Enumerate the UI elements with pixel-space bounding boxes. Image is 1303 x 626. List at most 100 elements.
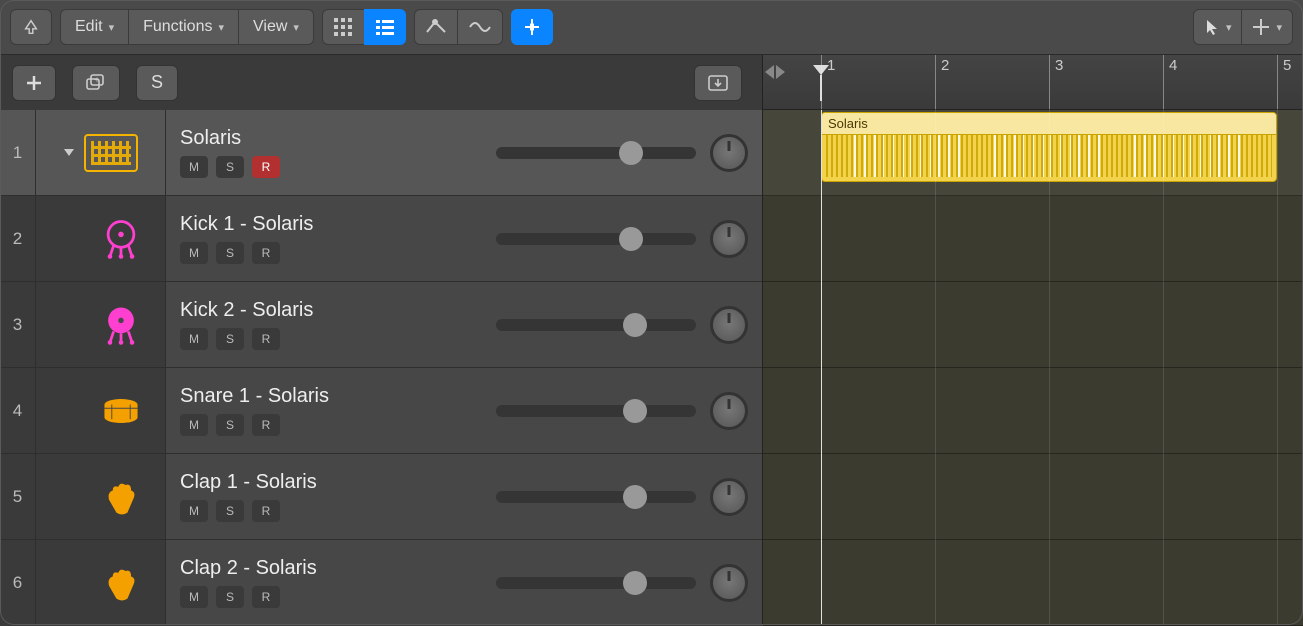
duplicate-track-button[interactable]: +: [72, 65, 120, 101]
track-number: 4: [0, 368, 36, 453]
plus-icon: [25, 74, 43, 92]
bar-label: 2: [941, 57, 949, 74]
track-name[interactable]: Clap 1 - Solaris: [180, 471, 482, 494]
track-icon-cell: [36, 196, 166, 281]
bar-label: 3: [1055, 57, 1063, 74]
track-body: Kick 1 - Solaris MSR: [166, 196, 762, 281]
mute-button[interactable]: M: [180, 500, 208, 522]
slider-thumb[interactable]: [623, 485, 647, 509]
record-button[interactable]: R: [252, 414, 280, 436]
track-row[interactable]: 5Clap 1 - SolarisMSR: [0, 454, 762, 540]
grid-barline: [821, 55, 822, 625]
import-button[interactable]: [694, 65, 742, 101]
mute-button[interactable]: M: [180, 586, 208, 608]
track-body: Solaris MSR: [166, 110, 762, 195]
track-name[interactable]: Kick 1 - Solaris: [180, 213, 482, 236]
slider-thumb[interactable]: [623, 571, 647, 595]
bar-ruler[interactable]: 12345: [763, 55, 1303, 110]
arrange-lane[interactable]: [763, 454, 1303, 540]
clap-icon: [97, 559, 145, 607]
secondary-tool-button[interactable]: ▾: [1241, 9, 1293, 45]
record-button[interactable]: R: [252, 156, 280, 178]
top-toolbar: Edit ▾ Functions ▾ View ▾: [0, 0, 1303, 55]
up-button[interactable]: [10, 9, 52, 45]
edit-menu[interactable]: Edit ▾: [60, 9, 128, 45]
record-button[interactable]: R: [252, 586, 280, 608]
slider-thumb[interactable]: [619, 227, 643, 251]
flex-icon-button[interactable]: [457, 9, 503, 45]
pan-knob[interactable]: [710, 392, 748, 430]
track-name[interactable]: Kick 2 - Solaris: [180, 299, 482, 322]
pointer-tool-button[interactable]: ▾: [1193, 9, 1242, 45]
arrange-area[interactable]: 12345 Solaris: [762, 55, 1303, 625]
flex-icon: [468, 17, 492, 37]
solo-button[interactable]: S: [216, 156, 244, 178]
track-row[interactable]: 1SolarisMSR: [0, 110, 762, 196]
track-toolbar: + S: [0, 55, 762, 110]
record-button[interactable]: R: [252, 328, 280, 350]
solo-button[interactable]: S: [216, 328, 244, 350]
track-name[interactable]: Solaris: [180, 127, 482, 150]
track-name[interactable]: Snare 1 - Solaris: [180, 385, 482, 408]
solo-button[interactable]: S: [216, 242, 244, 264]
grid-barline: [1049, 55, 1050, 625]
list-icon: [375, 17, 395, 37]
list-icon-button[interactable]: [364, 9, 406, 45]
volume-slider[interactable]: [496, 319, 696, 331]
track-row[interactable]: 3Kick 2 - SolarisMSR: [0, 282, 762, 368]
track-icon-cell: [36, 540, 166, 625]
arrange-lane[interactable]: [763, 368, 1303, 454]
grid-barline: [1277, 55, 1278, 625]
record-button[interactable]: R: [252, 242, 280, 264]
volume-slider[interactable]: [496, 491, 696, 503]
kick-open-icon: [97, 215, 145, 263]
pan-knob[interactable]: [710, 306, 748, 344]
functions-menu[interactable]: Functions ▾: [128, 9, 238, 45]
arrange-lane[interactable]: [763, 196, 1303, 282]
mute-button[interactable]: M: [180, 414, 208, 436]
functions-menu-label: Functions: [143, 18, 212, 36]
cycle-locators[interactable]: [765, 65, 785, 79]
mute-button[interactable]: M: [180, 242, 208, 264]
disclosure-triangle-icon[interactable]: [64, 149, 74, 156]
catch-playhead-button[interactable]: [511, 9, 553, 45]
solo-button[interactable]: S: [216, 414, 244, 436]
track-icon-cell: [36, 110, 166, 195]
track-body: Kick 2 - Solaris MSR: [166, 282, 762, 367]
global-solo-button[interactable]: S: [136, 65, 178, 101]
mute-button[interactable]: M: [180, 328, 208, 350]
volume-slider[interactable]: [496, 147, 696, 159]
solo-button[interactable]: S: [216, 500, 244, 522]
catch-icon: [522, 17, 542, 37]
slider-thumb[interactable]: [623, 313, 647, 337]
solo-button[interactable]: S: [216, 586, 244, 608]
pan-knob[interactable]: [710, 478, 748, 516]
pan-knob[interactable]: [710, 134, 748, 172]
bar-label: 4: [1169, 57, 1177, 74]
volume-slider[interactable]: [496, 233, 696, 245]
edit-menu-label: Edit: [75, 18, 103, 36]
slider-thumb[interactable]: [619, 141, 643, 165]
record-button[interactable]: R: [252, 500, 280, 522]
track-body: Snare 1 - Solaris MSR: [166, 368, 762, 453]
slider-thumb[interactable]: [623, 399, 647, 423]
volume-slider[interactable]: [496, 405, 696, 417]
track-name[interactable]: Clap 2 - Solaris: [180, 557, 482, 580]
pan-knob[interactable]: [710, 220, 748, 258]
chevron-down-icon: ▾: [109, 21, 115, 34]
arrange-lane[interactable]: [763, 540, 1303, 626]
automation-icon-button[interactable]: [414, 9, 457, 45]
track-row[interactable]: 6Clap 2 - SolarisMSR: [0, 540, 762, 625]
track-row[interactable]: 2Kick 1 - SolarisMSR: [0, 196, 762, 282]
add-track-button[interactable]: [12, 65, 56, 101]
arrange-lane[interactable]: [763, 282, 1303, 368]
volume-slider[interactable]: [496, 577, 696, 589]
grid-icon-button[interactable]: [322, 9, 364, 45]
kick-solid-icon: [97, 301, 145, 349]
view-menu[interactable]: View ▾: [238, 9, 314, 45]
pointer-icon: [1204, 18, 1220, 36]
mute-button[interactable]: M: [180, 156, 208, 178]
pattern-sequencer-icon: [84, 134, 138, 172]
track-row[interactable]: 4 Snare 1 - Solaris MSR: [0, 368, 762, 454]
pan-knob[interactable]: [710, 564, 748, 602]
